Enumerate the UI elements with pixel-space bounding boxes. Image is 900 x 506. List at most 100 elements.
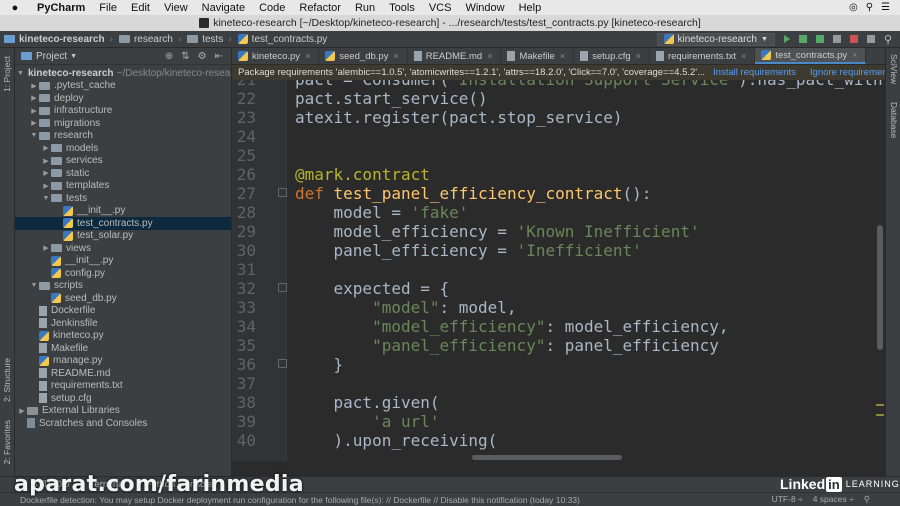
editor-tab[interactable]: seed_db.py ×: [319, 48, 408, 64]
collapse-arrow-icon[interactable]: ▶: [41, 169, 51, 177]
code-line[interactable]: 30 panel_efficiency = 'Inefficient': [232, 241, 885, 260]
database-tool-button[interactable]: Database: [889, 102, 899, 138]
code-line[interactable]: 36 }: [232, 355, 885, 374]
breadcrumb-research[interactable]: research: [115, 34, 176, 45]
tree-item[interactable]: seed_db.py: [15, 292, 231, 305]
tree-item[interactable]: config.py: [15, 267, 231, 280]
collapse-arrow-icon[interactable]: ▶: [29, 119, 39, 127]
tree-item[interactable]: ▶ infrastructure: [15, 105, 231, 118]
tree-item[interactable]: ▶ External Libraries: [15, 405, 231, 418]
debug-icon[interactable]: [798, 35, 807, 43]
code-line[interactable]: 22 pact.start_service(): [232, 89, 885, 108]
menubar-search-icon[interactable]: ⚲: [866, 2, 873, 13]
tree-item[interactable]: __init__.py: [15, 255, 231, 268]
menu-tools[interactable]: Tools: [382, 2, 422, 14]
lock-icon[interactable]: ⚲: [864, 494, 870, 505]
breadcrumb-file[interactable]: test_contracts.py: [234, 34, 331, 45]
menu-code[interactable]: Code: [252, 2, 292, 14]
code-line[interactable]: 37: [232, 374, 885, 393]
tree-item[interactable]: test_solar.py: [15, 230, 231, 243]
code-line[interactable]: 40 ).upon_receiving(: [232, 431, 885, 450]
expand-arrow-icon[interactable]: ▼: [29, 282, 39, 289]
menu-file[interactable]: File: [92, 2, 124, 14]
menubar-list-icon[interactable]: ☰: [881, 2, 890, 13]
menu-help[interactable]: Help: [512, 2, 549, 14]
tree-item[interactable]: ▶ templates: [15, 180, 231, 193]
hide-panel-icon[interactable]: ⇤: [215, 51, 223, 62]
tree-item[interactable]: README.md: [15, 367, 231, 380]
tree-root[interactable]: ▼ kineteco-research ~/Desktop/kineteco-r…: [15, 67, 231, 80]
project-panel-title[interactable]: Project: [36, 51, 67, 62]
menu-navigate[interactable]: Navigate: [195, 2, 252, 14]
tree-item[interactable]: Dockerfile: [15, 305, 231, 318]
expand-arrow-icon[interactable]: ▼: [17, 70, 24, 77]
run-configuration-select[interactable]: kineteco-research ▼: [656, 32, 775, 46]
apple-menu-icon[interactable]: ●: [0, 2, 30, 14]
warning-mark[interactable]: [876, 404, 884, 406]
tree-item[interactable]: ▼ tests: [15, 192, 231, 205]
horizontal-scrollbar[interactable]: [472, 455, 622, 460]
fold-marker-icon[interactable]: [278, 188, 287, 197]
gear-icon[interactable]: ⚙: [198, 51, 207, 62]
tree-item[interactable]: Jenkinsfile: [15, 317, 231, 330]
code-line[interactable]: 21 pact = Consumer('Installation Support …: [232, 80, 885, 89]
breadcrumb-project[interactable]: kineteco-research: [0, 34, 108, 45]
tree-item[interactable]: ▶ migrations: [15, 117, 231, 130]
install-requirements-link[interactable]: Install requirements: [713, 67, 796, 78]
editor-tab[interactable]: Makefile ×: [501, 48, 575, 64]
tree-item[interactable]: test_contracts.py: [15, 217, 231, 230]
collapse-arrow-icon[interactable]: ▶: [29, 82, 39, 90]
code-line[interactable]: 35 "panel_efficiency": panel_efficiency: [232, 336, 885, 355]
app-menu[interactable]: PyCharm: [30, 2, 92, 14]
tree-item[interactable]: ▼ scripts: [15, 280, 231, 293]
collapse-all-icon[interactable]: ⇅: [181, 51, 189, 62]
warning-mark[interactable]: [876, 414, 884, 416]
chevron-down-icon[interactable]: ▼: [70, 53, 77, 60]
code-line[interactable]: 31: [232, 260, 885, 279]
tree-item[interactable]: Scratches and Consoles: [15, 417, 231, 430]
code-line[interactable]: 26 @mark.contract: [232, 165, 885, 184]
indent-setting[interactable]: 4 spaces ÷: [813, 494, 854, 505]
favorites-tool-button[interactable]: 2: Favorites: [2, 420, 12, 464]
locate-file-icon[interactable]: ⊕: [165, 51, 173, 62]
menubar-status-icon[interactable]: ◎: [849, 2, 858, 13]
code-line[interactable]: 25: [232, 146, 885, 165]
project-structure-icon[interactable]: [866, 35, 875, 43]
tree-item[interactable]: requirements.txt: [15, 380, 231, 393]
code-line[interactable]: 23 atexit.register(pact.stop_service): [232, 108, 885, 127]
breadcrumb-tests[interactable]: tests: [183, 34, 226, 45]
code-line[interactable]: 38 pact.given(: [232, 393, 885, 412]
expand-arrow-icon[interactable]: ▼: [29, 132, 39, 139]
expand-arrow-icon[interactable]: ▼: [41, 195, 51, 202]
close-tab-icon[interactable]: ×: [305, 51, 310, 61]
code-line[interactable]: 29 model_efficiency = 'Known Inefficient…: [232, 222, 885, 241]
tree-item[interactable]: kineteco.py: [15, 330, 231, 343]
editor-tab[interactable]: test_contracts.py ×: [755, 48, 867, 64]
code-line[interactable]: 27 def test_panel_efficiency_contract():: [232, 184, 885, 203]
project-tool-button[interactable]: 1: Project: [2, 56, 12, 92]
code-line[interactable]: 32 expected = {: [232, 279, 885, 298]
collapse-arrow-icon[interactable]: ▶: [41, 144, 51, 152]
close-tab-icon[interactable]: ×: [393, 51, 398, 61]
search-everywhere-icon[interactable]: ⚲: [884, 33, 892, 46]
tree-item[interactable]: ▶ models: [15, 142, 231, 155]
code-line[interactable]: 34 "model_efficiency": model_efficiency,: [232, 317, 885, 336]
code-line[interactable]: 39 'a url': [232, 412, 885, 431]
tree-item[interactable]: ▼ research: [15, 130, 231, 143]
sciview-tool-button[interactable]: SciView: [889, 54, 899, 84]
editor-tab[interactable]: README.md ×: [408, 48, 502, 64]
menu-refactor[interactable]: Refactor: [292, 2, 348, 14]
collapse-arrow-icon[interactable]: ▶: [29, 94, 39, 102]
vertical-scrollbar[interactable]: [877, 225, 883, 350]
collapse-arrow-icon[interactable]: ▶: [41, 157, 51, 165]
tree-item[interactable]: Makefile: [15, 342, 231, 355]
tree-item[interactable]: setup.cfg: [15, 392, 231, 405]
code-line[interactable]: 33 "model": model,: [232, 298, 885, 317]
collapse-arrow-icon[interactable]: ▶: [41, 182, 51, 190]
menu-edit[interactable]: Edit: [124, 2, 157, 14]
menu-vcs[interactable]: VCS: [422, 2, 459, 14]
close-tab-icon[interactable]: ×: [636, 51, 641, 61]
ignore-requirements-link[interactable]: Ignore requirements: [810, 67, 885, 78]
close-tab-icon[interactable]: ×: [487, 51, 492, 61]
run-icon[interactable]: [783, 35, 790, 43]
